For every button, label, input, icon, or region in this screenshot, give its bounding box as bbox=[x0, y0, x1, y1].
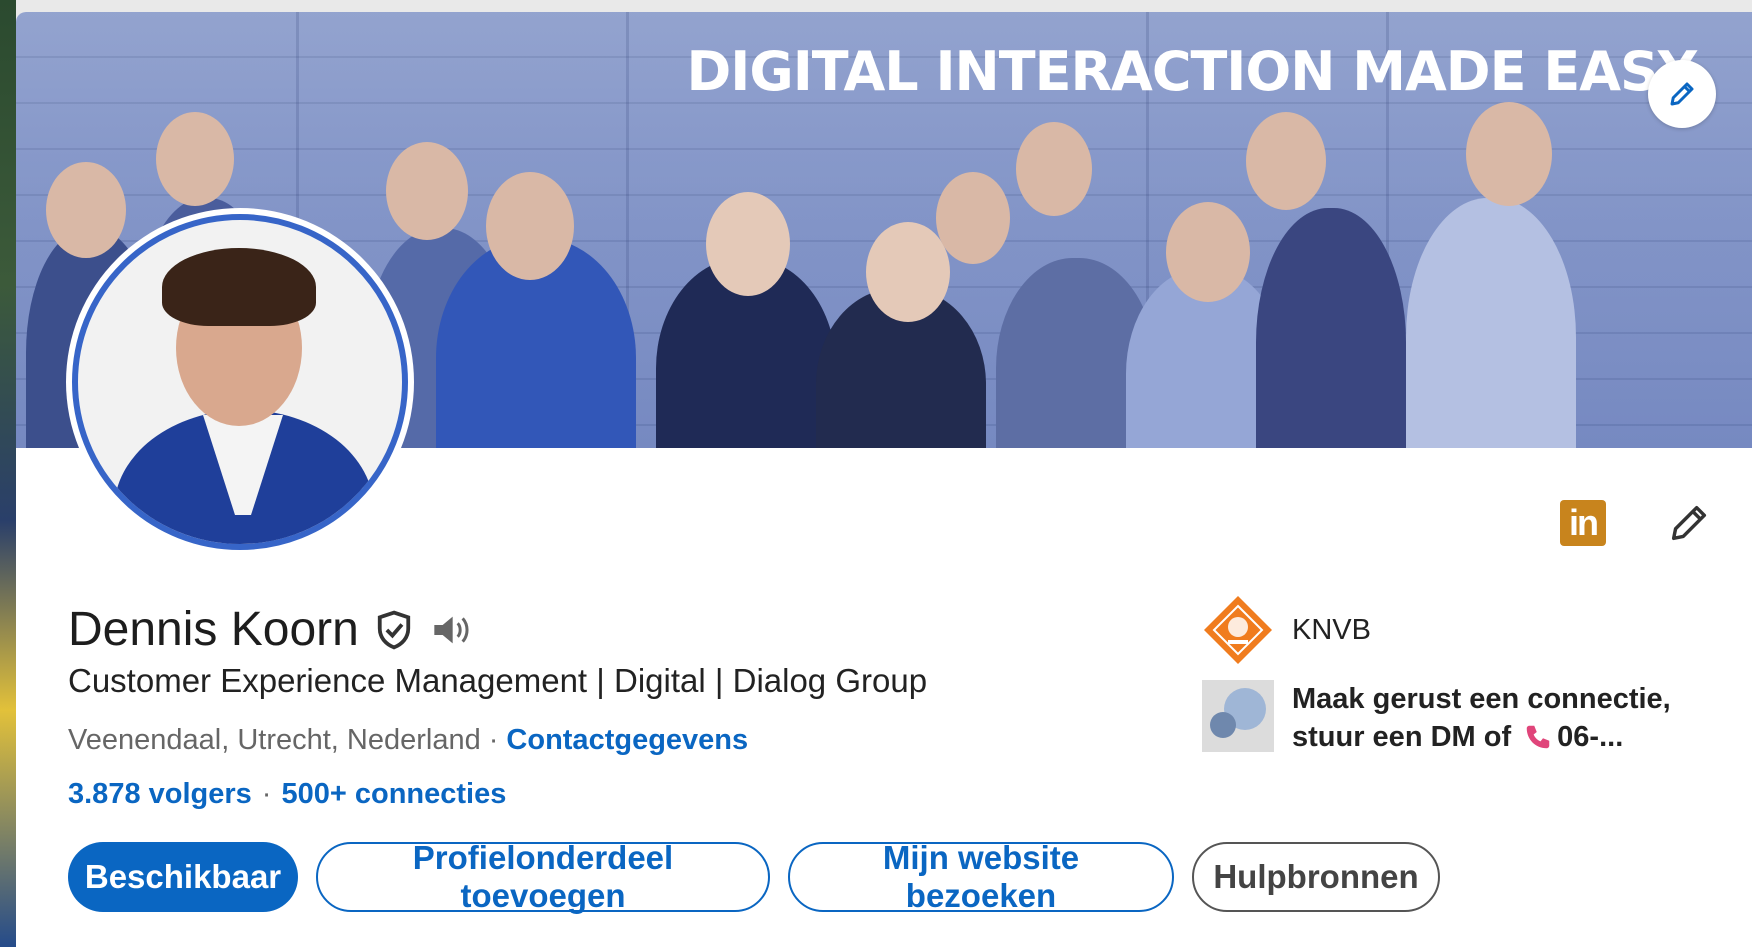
phone-icon bbox=[1526, 725, 1550, 749]
followers-link[interactable]: 3.878 volgers bbox=[68, 778, 252, 811]
profile-name: Dennis Koorn bbox=[68, 603, 359, 656]
background-window-edge bbox=[0, 0, 16, 947]
location-row: Veenendaal, Utrecht, Nederland · Contact… bbox=[68, 724, 748, 757]
separator-dot: · bbox=[261, 778, 272, 810]
contact-info-link[interactable]: Contactgegevens bbox=[506, 724, 748, 757]
tagline-phone-number: 06-... bbox=[1557, 721, 1624, 753]
name-pronunciation-speaker-icon[interactable] bbox=[429, 610, 473, 650]
name-row: Dennis Koorn bbox=[68, 602, 473, 657]
linkedin-icon[interactable]: in bbox=[1560, 500, 1606, 546]
custom-button-row[interactable]: Maak gerust een connectie, stuur een DM … bbox=[1202, 680, 1692, 756]
profile-headline: Customer Experience Management | Digital… bbox=[68, 662, 928, 699]
resources-button[interactable]: Hulpbronnen bbox=[1192, 842, 1440, 912]
knvb-logo-icon bbox=[1204, 596, 1272, 664]
add-profile-section-button[interactable]: Profielonderdeel toevoegen bbox=[316, 839, 770, 914]
pencil-icon bbox=[1670, 82, 1694, 106]
separator-dot: · bbox=[488, 724, 499, 756]
tagline-prefix: stuur een DM of bbox=[1292, 721, 1520, 753]
verified-shield-icon[interactable] bbox=[375, 609, 413, 651]
bubbles-image bbox=[1202, 680, 1274, 752]
profile-card: DIGITAL INTERACTION MADE EASY in Dennis … bbox=[16, 12, 1752, 947]
network-stats: 3.878 volgers · 500+ connecties bbox=[68, 778, 506, 811]
current-organization[interactable]: KNVB bbox=[1202, 594, 1371, 666]
profile-location: Veenendaal, Utrecht, Nederland bbox=[68, 724, 481, 756]
profile-actions: in bbox=[1560, 500, 1712, 546]
tagline-line-2: stuur een DM of 06-... bbox=[1292, 718, 1692, 756]
profile-buttons: Beschikbaar Profielonderdeel toevoegen M… bbox=[68, 839, 1440, 914]
open-to-button[interactable]: Beschikbaar bbox=[68, 842, 298, 912]
custom-tagline: Maak gerust een connectie, stuur een DM … bbox=[1292, 680, 1692, 756]
organization-name: KNVB bbox=[1292, 613, 1371, 646]
tagline-line-1: Maak gerust een connectie, bbox=[1292, 683, 1671, 715]
banner-title: DIGITAL INTERACTION MADE EASY bbox=[686, 40, 1697, 103]
avatar bbox=[72, 214, 408, 550]
profile-photo[interactable] bbox=[66, 208, 414, 556]
visit-website-button[interactable]: Mijn website bezoeken bbox=[788, 839, 1174, 914]
edit-banner-button[interactable] bbox=[1648, 60, 1716, 128]
edit-profile-pencil-icon[interactable] bbox=[1666, 500, 1712, 546]
connections-link[interactable]: 500+ connecties bbox=[281, 778, 506, 811]
